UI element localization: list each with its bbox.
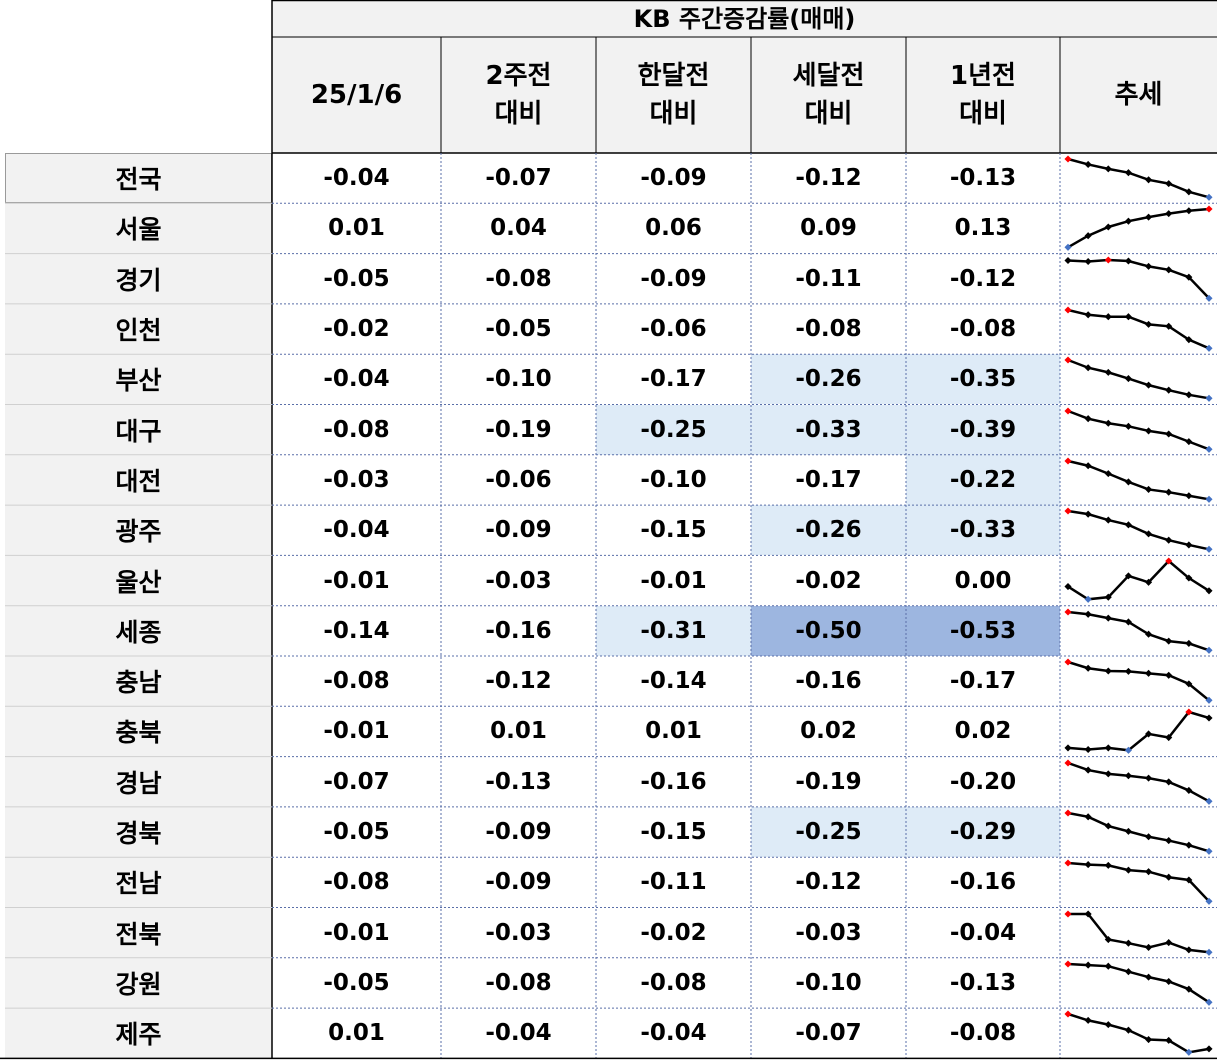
spreadsheet-table: KB 주간증감률(매매) 25/1/6 2주전 대비 한달전 대비 세달전 대비 1년전 … bbox=[0, 0, 1217, 1060]
grid-lines bbox=[0, 0, 1217, 1060]
